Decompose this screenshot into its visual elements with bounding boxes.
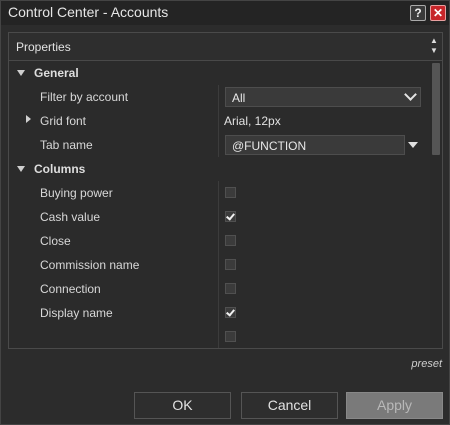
property-label: Cash value xyxy=(40,210,101,224)
sort-arrows-icon[interactable]: ▲ ▼ xyxy=(429,36,439,56)
column-row: Commission name xyxy=(9,253,428,277)
column-row: Display name xyxy=(9,301,428,325)
column-divider xyxy=(218,277,219,301)
properties-header: Properties ▲ ▼ xyxy=(9,33,442,61)
column-divider xyxy=(218,253,219,277)
apply-button[interactable]: Apply xyxy=(346,392,443,419)
column-checkbox[interactable] xyxy=(225,187,236,198)
title-bar: Control Center - Accounts ? ✕ xyxy=(1,1,449,25)
preset-link[interactable]: preset xyxy=(411,358,442,370)
scrollbar-thumb[interactable] xyxy=(432,63,440,155)
column-divider xyxy=(218,133,219,157)
column-divider xyxy=(218,109,219,133)
cancel-button[interactable]: Cancel xyxy=(241,392,338,419)
property-label: Grid font xyxy=(40,114,87,128)
column-divider xyxy=(218,85,219,109)
category-label: Columns xyxy=(34,162,86,176)
category-general[interactable]: General xyxy=(9,61,428,85)
property-label: Filter by account xyxy=(40,90,129,104)
chevron-down-icon xyxy=(404,88,417,101)
column-checkbox[interactable] xyxy=(225,235,236,246)
column-row: Connection xyxy=(9,277,428,301)
column-divider xyxy=(218,181,219,205)
column-divider xyxy=(218,205,219,229)
column-row: Close xyxy=(9,229,428,253)
category-label: General xyxy=(34,66,79,80)
window-title: Control Center - Accounts xyxy=(8,4,169,20)
property-grid: General Filter by account All Grid font … xyxy=(9,61,428,348)
checkmark-icon xyxy=(226,211,235,221)
collapse-caret-icon[interactable] xyxy=(17,166,25,172)
property-label: Buying power xyxy=(40,186,113,200)
tab-name-input[interactable]: @FUNCTION xyxy=(225,135,405,155)
vertical-scrollbar[interactable] xyxy=(430,61,442,348)
category-columns[interactable]: Columns xyxy=(9,157,428,181)
column-checkbox[interactable] xyxy=(225,331,236,342)
ok-button[interactable]: OK xyxy=(134,392,231,419)
property-label: Tab name xyxy=(40,138,93,152)
column-row: Buying power xyxy=(9,181,428,205)
column-checkbox[interactable] xyxy=(225,211,236,222)
collapse-caret-icon[interactable] xyxy=(17,70,25,76)
property-label: Display name xyxy=(40,306,113,320)
column-divider xyxy=(218,325,219,348)
close-icon[interactable]: ✕ xyxy=(430,5,446,21)
column-row: Cash value xyxy=(9,205,428,229)
column-divider xyxy=(218,229,219,253)
help-icon[interactable]: ? xyxy=(410,5,426,21)
property-label: Commission name xyxy=(40,258,140,272)
property-label: Connection xyxy=(40,282,101,296)
properties-panel: Properties ▲ ▼ General Filter by account … xyxy=(8,32,443,349)
column-checkbox[interactable] xyxy=(225,259,236,270)
filter-by-account-select[interactable]: All xyxy=(225,87,421,107)
property-row-filter: Filter by account All xyxy=(9,85,428,109)
checkmark-icon xyxy=(226,307,235,317)
grid-font-value[interactable]: Arial, 12px xyxy=(224,114,281,128)
properties-title: Properties xyxy=(16,40,71,54)
property-row-tab-name: Tab name @FUNCTION xyxy=(9,133,428,157)
expand-caret-icon[interactable] xyxy=(26,115,31,123)
property-row-grid-font: Grid font Arial, 12px xyxy=(9,109,428,133)
select-value: All xyxy=(232,91,246,105)
control-center-window: Control Center - Accounts ? ✕ Properties… xyxy=(0,0,450,425)
column-row-partial xyxy=(9,325,428,348)
combo-value: @FUNCTION xyxy=(232,139,307,153)
column-divider xyxy=(218,301,219,325)
property-label: Close xyxy=(40,234,71,248)
column-checkbox[interactable] xyxy=(225,283,236,294)
dropdown-arrow-icon[interactable] xyxy=(408,142,418,148)
column-checkbox[interactable] xyxy=(225,307,236,318)
